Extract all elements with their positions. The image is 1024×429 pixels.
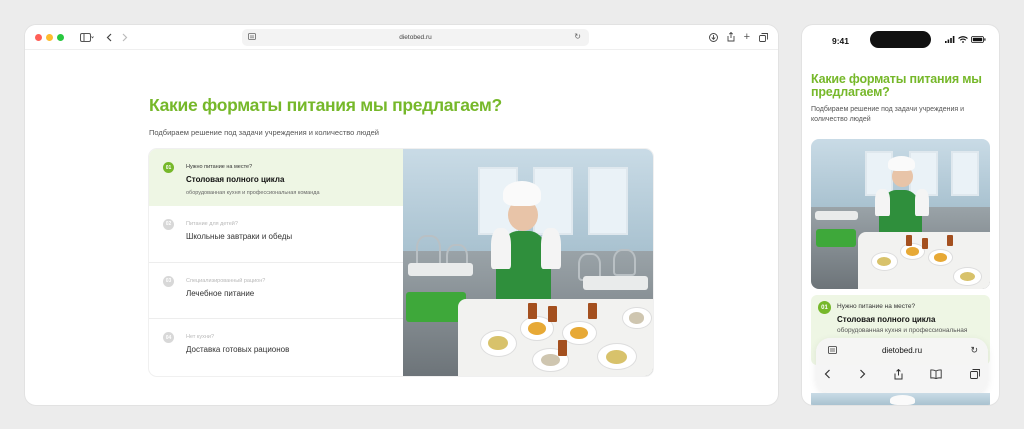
item-question: Нет кухни? bbox=[186, 334, 215, 341]
status-time: 9:41 bbox=[832, 36, 850, 46]
reload-icon[interactable]: ↻ bbox=[574, 32, 581, 41]
item-question: Специализированный рацион? bbox=[186, 277, 266, 284]
formats-card: 01 Нужно питание на месте? Столовая полн… bbox=[149, 149, 653, 376]
mobile-canteen-photo bbox=[811, 139, 990, 289]
item-question: Питание для детей? bbox=[186, 220, 238, 227]
canteen-photo bbox=[403, 149, 653, 376]
item-title: Лечебное питание bbox=[186, 288, 255, 298]
item-number-badge: 01 bbox=[163, 162, 174, 173]
mobile-section-subtitle: Подбираем решение под задачи учреждения … bbox=[811, 106, 965, 123]
tab-overview-icon[interactable] bbox=[759, 32, 768, 42]
dynamic-island bbox=[870, 31, 931, 48]
share-icon[interactable] bbox=[727, 32, 735, 42]
section-title: Какие форматы питания мы предлагаем? bbox=[149, 95, 502, 115]
mobile-section-title: Какие форматы питания мы предлагаем? bbox=[811, 72, 982, 99]
share-icon[interactable] bbox=[894, 368, 903, 382]
forward-arrow-icon[interactable] bbox=[122, 33, 128, 42]
mobile-nav-controls bbox=[824, 368, 980, 382]
formats-list: 01 Нужно питание на месте? Столовая полн… bbox=[149, 149, 403, 376]
item-number-badge: 02 bbox=[163, 218, 174, 230]
download-icon[interactable] bbox=[708, 32, 718, 42]
mobile-address-url[interactable]: dietobed.ru bbox=[816, 346, 988, 355]
minimize-window-button[interactable] bbox=[46, 33, 53, 41]
mobile-browser-bar: dietobed.ru ↻ bbox=[816, 338, 988, 393]
back-arrow-icon[interactable] bbox=[106, 33, 112, 42]
sidebar-toggle-icon[interactable] bbox=[80, 32, 94, 42]
mobile-device: 9:41 Какие форматы питания мы предлагаем… bbox=[802, 25, 999, 405]
forward-arrow-icon[interactable] bbox=[859, 369, 866, 382]
battery-icon bbox=[971, 36, 986, 45]
item-question: Нужно питание на месте? bbox=[837, 303, 916, 310]
item-title: Школьные завтраки и обеды bbox=[186, 231, 293, 241]
address-url: dietobed.ru bbox=[399, 34, 432, 41]
zoom-window-button[interactable] bbox=[57, 33, 64, 41]
wifi-icon bbox=[958, 36, 968, 45]
tabs-icon[interactable] bbox=[970, 369, 980, 382]
mobile-next-photo-peek bbox=[811, 393, 990, 405]
section-subtitle: Подбираем решение под задачи учреждения … bbox=[149, 128, 379, 137]
bookmarks-icon[interactable] bbox=[930, 369, 942, 382]
back-arrow-icon[interactable] bbox=[824, 369, 831, 382]
status-icons bbox=[945, 36, 986, 45]
signal-icon bbox=[945, 36, 955, 45]
reload-icon[interactable]: ↻ bbox=[970, 345, 978, 356]
item-question: Нужно питание на месте? bbox=[186, 164, 253, 170]
close-window-button[interactable] bbox=[35, 33, 42, 41]
item-title: Доставка готовых рационов bbox=[186, 345, 290, 355]
item-title: Столовая полного цикла bbox=[186, 175, 285, 184]
item-number-badge: 01 bbox=[818, 301, 831, 314]
page-settings-icon[interactable] bbox=[248, 33, 256, 43]
new-tab-icon[interactable]: + bbox=[744, 31, 750, 42]
desktop-browser-window: dietobed.ru ↻ + Какие форматы питания мы… bbox=[25, 25, 778, 405]
item-title: Столовая полного цикла bbox=[837, 315, 936, 324]
format-item-delivery[interactable]: 04 Нет кухни? Доставка готовых рационов bbox=[149, 319, 403, 376]
format-item-school[interactable]: 02 Питание для детей? Школьные завтраки … bbox=[149, 206, 403, 263]
item-number-badge: 04 bbox=[163, 332, 174, 344]
formats-section: Какие форматы питания мы предлагаем? Под… bbox=[149, 95, 654, 376]
item-description: оборудованная кухня и профессиональная к… bbox=[186, 190, 320, 196]
item-number-badge: 03 bbox=[163, 275, 174, 287]
format-item-medical[interactable]: 03 Специализированный рацион? Лечебное п… bbox=[149, 263, 403, 320]
format-item-canteen[interactable]: 01 Нужно питание на месте? Столовая полн… bbox=[149, 149, 403, 206]
item-description: оборудованная кухня и профессиональная bbox=[837, 327, 968, 334]
browser-toolbar: dietobed.ru ↻ + bbox=[25, 25, 778, 50]
address-bar[interactable]: dietobed.ru ↻ bbox=[242, 29, 589, 46]
